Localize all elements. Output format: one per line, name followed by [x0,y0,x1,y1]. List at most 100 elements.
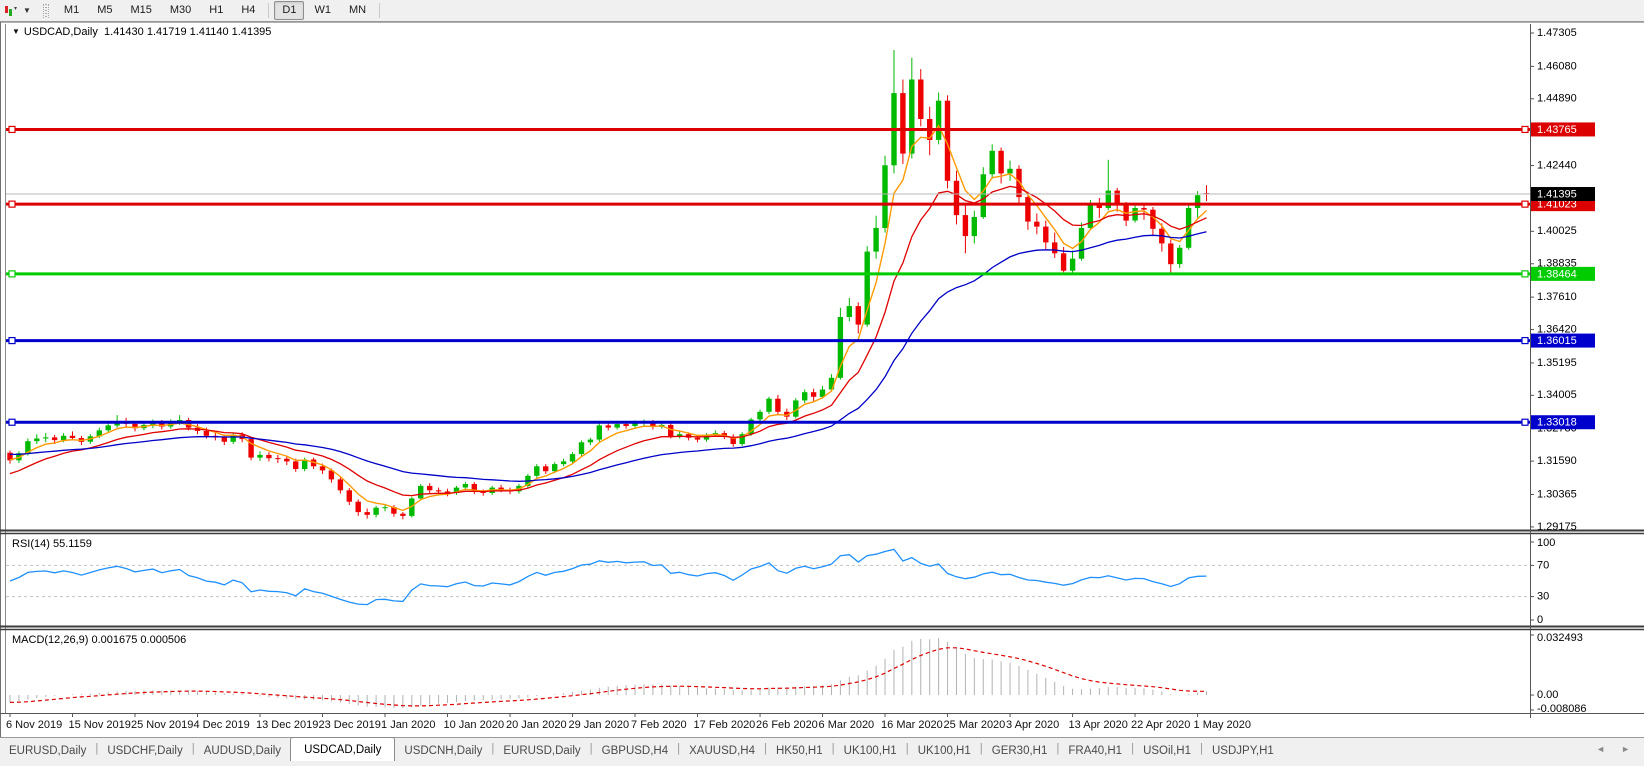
candle-body [1195,195,1200,208]
candle-body [668,425,673,436]
date-label: 3 Apr 2020 [1006,719,1059,731]
timeframe-button-w1[interactable]: W1 [306,1,339,20]
candle-body [204,431,209,436]
candle-body [623,424,628,426]
candle-body [463,484,468,488]
candle-body [1070,259,1075,271]
hline-anchor[interactable] [9,419,15,425]
candle-body [802,392,807,400]
candle-body [400,514,405,516]
candle-body [222,437,227,441]
hline-anchor[interactable] [1522,126,1528,132]
candle-body [597,425,602,439]
rsi-level-label: 70 [1537,559,1549,571]
price-tick-label: 1.42440 [1537,159,1577,171]
timeframe-button-m15[interactable]: M15 [122,1,159,20]
candle-body [356,502,361,512]
candle-body [1141,208,1146,210]
candle-body [811,392,816,397]
bottom-tab-8-hk50h1[interactable]: HK50,H1 [767,738,832,759]
chart-mode-group[interactable]: ▼ [0,0,35,21]
bottom-tab-11-ger30h1[interactable]: GER30,H1 [983,738,1057,759]
current-price-label: 1.41395 [1537,188,1577,200]
candle-body [338,479,343,490]
date-label: 6 Nov 2019 [6,719,62,731]
candle-body [1177,248,1182,264]
toolbar-drag-handle[interactable] [43,4,49,18]
bottom-tab-4-usdcnhdaily[interactable]: USDCNH,Daily [395,738,491,759]
date-label: 10 Jan 2020 [444,719,505,731]
candle-body [1016,169,1021,197]
hline-anchor[interactable] [9,201,15,207]
price-tick-label: 1.47305 [1537,27,1577,39]
candle-body [1034,222,1039,227]
hline-anchor[interactable] [9,271,15,277]
bottom-tab-5-eurusddaily[interactable]: EURUSD,Daily [494,738,589,759]
tick-chart-icon[interactable] [4,4,19,18]
chart-ohlc-title[interactable]: ▼USDCAD,Daily 1.41430 1.41719 1.41140 1.… [12,26,271,38]
bottom-tab-6-gbpusdh4[interactable]: GBPUSD,H4 [593,738,677,759]
candle-body [320,466,325,470]
bottom-tab-0-eurusddaily[interactable]: EURUSD,Daily [0,738,95,759]
bottom-tab-14-usdjpyh1[interactable]: USDJPY,H1 [1203,738,1283,759]
symbol-dropdown-icon[interactable]: ▼ [12,27,20,36]
timeframe-button-m30[interactable]: M30 [162,1,199,20]
hline-anchor[interactable] [1522,271,1528,277]
hline-anchor[interactable] [1522,419,1528,425]
tab-scroll-arrows: ◄► [1596,738,1630,754]
symbol-title: USDCAD,Daily [24,26,98,38]
bottom-tab-13-usoilh1[interactable]: USOil,H1 [1134,738,1200,759]
bottom-tab-2-audusddaily[interactable]: AUDUSD,Daily [195,738,290,759]
bottom-tab-3-usdcaddaily[interactable]: USDCAD,Daily [290,737,395,761]
bottom-tab-12-fra40h1[interactable]: FRA40,H1 [1059,738,1131,759]
candle-body [257,455,262,458]
candle-body [847,306,852,317]
candle-body [266,455,271,458]
chart-area[interactable]: 1.473051.460801.448901.424401.400251.388… [0,0,1644,737]
tab-scroll-right-icon[interactable]: ► [1621,744,1630,754]
price-tick-label: 1.46080 [1537,60,1577,72]
timeframe-button-m1[interactable]: M1 [56,1,87,20]
macd-axis-label: 0.00 [1537,689,1558,701]
candle-body [418,486,423,499]
timeframe-button-mn[interactable]: MN [341,1,374,20]
candle-body [1168,244,1173,265]
candle-body [293,461,298,469]
rsi-level-label: 0 [1537,614,1543,626]
price-tick-label: 1.31590 [1537,455,1577,467]
candle-body [766,399,771,412]
price-tick-label: 1.37610 [1537,291,1577,303]
candle-body [43,437,48,438]
hline-price-label: 1.38464 [1537,268,1577,280]
candle-body [981,174,986,217]
timeframe-button-m5[interactable]: M5 [89,1,120,20]
candle-body [909,80,914,154]
timeframe-button-d1[interactable]: D1 [274,1,304,20]
bottom-tab-7-xauusdh4[interactable]: XAUUSD,H4 [680,738,764,759]
hline-anchor[interactable] [9,338,15,344]
tab-scroll-left-icon[interactable]: ◄ [1596,744,1605,754]
bottom-tab-9-uk100h1[interactable]: UK100,H1 [835,738,906,759]
bottom-tab-1-usdchfdaily[interactable]: USDCHF,Daily [98,738,191,759]
hline-anchor[interactable] [1522,201,1528,207]
date-label: 16 Mar 2020 [881,719,943,731]
date-label: 7 Feb 2020 [631,719,687,731]
chart-mode-caret-icon[interactable]: ▼ [23,6,31,15]
candle-body [757,412,762,420]
hline-anchor[interactable] [9,126,15,132]
candle-body [1061,253,1066,270]
price-tick-label: 1.40025 [1537,225,1577,237]
timeframe-button-h4[interactable]: H4 [233,1,263,20]
candle-body [882,165,887,228]
candle-body [427,486,432,490]
hline-anchor[interactable] [1522,338,1528,344]
date-label: 15 Nov 2019 [69,719,131,731]
candle-body [1097,205,1102,208]
bottom-tab-10-uk100h1[interactable]: UK100,H1 [909,738,980,759]
timeframe-buttons: M1M5M15M30H1H4 D1W1MN [55,1,375,20]
timeframe-button-h1[interactable]: H1 [201,1,231,20]
candle-body [579,442,584,454]
candle-body [61,436,66,440]
candle-body [775,399,780,412]
candle-body [1088,205,1093,228]
